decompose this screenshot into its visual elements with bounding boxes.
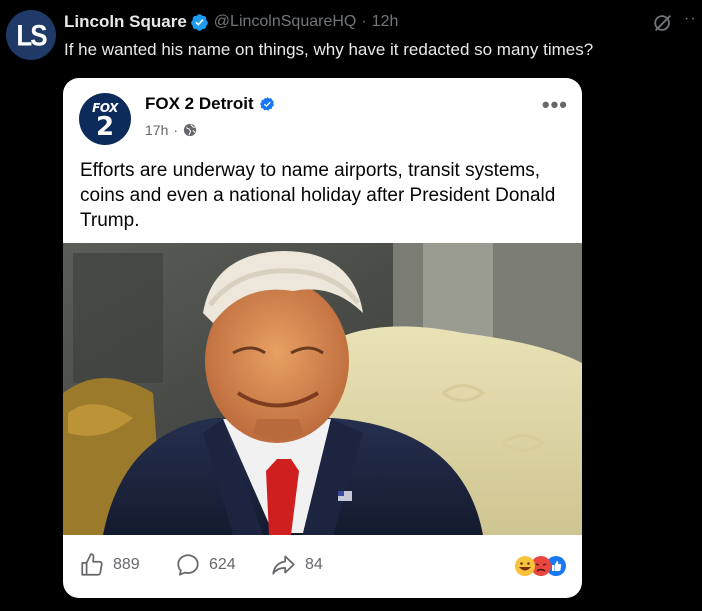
avatar[interactable]: LS bbox=[6, 10, 56, 60]
post-actions: 889 624 84 bbox=[63, 548, 582, 584]
more-options-icon[interactable]: ·· bbox=[684, 10, 697, 28]
separator: · bbox=[173, 122, 179, 138]
page-name[interactable]: FOX 2 Detroit bbox=[145, 94, 254, 114]
display-name[interactable]: Lincoln Square bbox=[64, 12, 187, 32]
facebook-verified-icon bbox=[259, 96, 274, 111]
post-photo[interactable] bbox=[63, 243, 582, 535]
fox2-avatar[interactable]: FOX 2 bbox=[79, 93, 131, 145]
like-button[interactable]: 889 bbox=[79, 552, 140, 578]
separator: · bbox=[361, 13, 367, 30]
embedded-facebook-post[interactable]: FOX 2 FOX 2 Detroit 17h · ••• Efforts ar… bbox=[63, 78, 582, 598]
post-time[interactable]: 17h bbox=[145, 122, 168, 138]
globe-icon bbox=[183, 123, 197, 137]
post-text: Efforts are underway to name airports, t… bbox=[80, 160, 556, 231]
post-meta: 17h · bbox=[145, 122, 197, 138]
reactions-icon[interactable] bbox=[512, 555, 566, 577]
comment-icon bbox=[177, 554, 199, 576]
page-name-row: FOX 2 Detroit bbox=[145, 94, 276, 114]
comment-count: 624 bbox=[209, 556, 236, 573]
timestamp[interactable]: 12h bbox=[372, 13, 399, 31]
post-more-icon[interactable]: ••• bbox=[542, 92, 568, 118]
grok-icon[interactable] bbox=[652, 12, 674, 34]
like-count: 889 bbox=[113, 556, 140, 573]
share-count: 84 bbox=[305, 556, 323, 573]
avatar-logo-text: LS bbox=[16, 17, 47, 52]
verified-badge-icon bbox=[190, 13, 208, 31]
tweet-text: If he wanted his name on things, why hav… bbox=[64, 40, 594, 59]
comment-button[interactable]: 624 bbox=[175, 552, 236, 578]
photo-illustration bbox=[63, 243, 582, 535]
tweet-header: Lincoln Square @LincolnSquareHQ · 12h bbox=[64, 10, 398, 34]
share-icon bbox=[272, 555, 295, 575]
tweet: LS Lincoln Square @LincolnSquareHQ · 12h… bbox=[0, 0, 702, 611]
fox2-avatar-number: 2 bbox=[95, 112, 115, 142]
like-icon bbox=[81, 553, 103, 576]
handle[interactable]: @LincolnSquareHQ bbox=[214, 13, 357, 31]
share-button[interactable]: 84 bbox=[269, 552, 323, 578]
